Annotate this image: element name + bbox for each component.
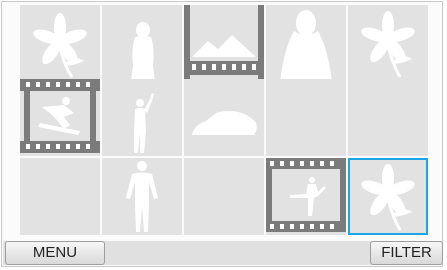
person-pointing-icon xyxy=(134,93,154,153)
thumbnail-13[interactable] xyxy=(184,158,264,235)
thumbnail-4[interactable] xyxy=(266,5,346,82)
person-silhouette-icon xyxy=(131,22,155,82)
thumbnail-15-selected[interactable] xyxy=(348,158,428,235)
thumbnail-6[interactable] xyxy=(20,79,100,156)
thumbnail-7[interactable] xyxy=(102,79,182,156)
thumbnail-3[interactable] xyxy=(184,5,264,82)
thumbnail-12[interactable] xyxy=(102,158,182,235)
flower-icon xyxy=(33,13,87,78)
standing-person-icon xyxy=(126,161,158,232)
thumbnail-8[interactable] xyxy=(184,79,264,156)
mountain-landscape-icon xyxy=(184,5,264,82)
menu-button[interactable]: MENU xyxy=(5,241,105,265)
bottom-toolbar: MENU FILTER xyxy=(3,241,443,265)
flower-icon xyxy=(361,11,415,78)
blank-icon xyxy=(348,79,428,156)
blank-icon xyxy=(266,79,346,156)
ballerina-icon xyxy=(266,158,346,235)
blank-icon xyxy=(184,158,264,235)
thumbnail-10[interactable] xyxy=(348,79,428,156)
snowboarder-icon xyxy=(20,79,100,156)
thumbnail-9[interactable] xyxy=(266,79,346,156)
thumbnail-2[interactable] xyxy=(102,5,182,82)
filter-button[interactable]: FILTER xyxy=(370,241,443,265)
thumbnail-1[interactable] xyxy=(20,5,100,82)
person-silhouette-icon xyxy=(280,10,332,82)
flower-icon xyxy=(361,164,415,231)
blank-icon xyxy=(20,158,100,235)
thumbnail-14[interactable] xyxy=(266,158,346,235)
thumbnail-11[interactable] xyxy=(20,158,100,235)
thumbnail-5[interactable] xyxy=(348,5,428,82)
car-icon xyxy=(192,111,257,135)
